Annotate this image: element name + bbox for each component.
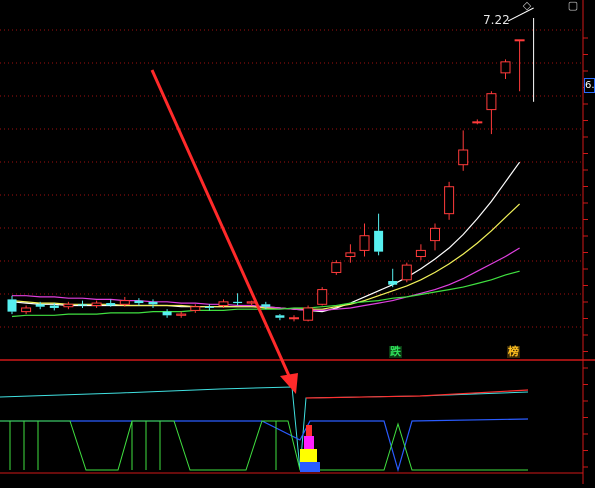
candle-body-down [78, 304, 87, 306]
candle-body-up [444, 186, 455, 215]
candle-body-down [7, 299, 17, 312]
candle-body-up [401, 264, 412, 281]
candle-body-up [415, 249, 426, 258]
candle-body-down [162, 311, 172, 316]
moving-average-line [11, 203, 521, 310]
chart-canvas[interactable] [0, 0, 595, 484]
candle-body-up [176, 313, 187, 316]
annotation-arrow-head [280, 373, 298, 394]
signal-block-red [306, 425, 312, 436]
diamond-icon[interactable]: ◇ [520, 0, 534, 12]
candle-body-up [218, 301, 229, 307]
candle-body-up [500, 61, 511, 74]
candle-body-up [430, 227, 440, 242]
candle-body-down [233, 301, 243, 304]
high-price-label: 7.22 [483, 13, 510, 27]
candle-body-up [289, 317, 299, 320]
candle-body-up [91, 302, 102, 307]
signal-block-yellow [300, 449, 317, 462]
candle-body-up [514, 39, 525, 42]
candle-body-up [119, 300, 130, 305]
indicator-blue-line [0, 418, 529, 473]
stock-chart-window: ◇ ▢ 7.22 6. 跌 榜 [0, 0, 595, 484]
candle-body-down [388, 281, 398, 285]
square-icon[interactable]: ▢ [566, 0, 580, 12]
signal-block-blue [300, 462, 320, 472]
candle-body-down [106, 303, 116, 306]
indicator-green-line [0, 420, 528, 471]
candle-body-up [63, 303, 74, 308]
candle-body-up [472, 121, 483, 124]
candle-body-up [303, 307, 314, 321]
candle-body-down [35, 304, 45, 307]
current-price-tag: 6. [584, 78, 595, 93]
candle-body-up [190, 306, 201, 311]
candle-body-up [317, 289, 328, 305]
candle-body-up [486, 93, 497, 111]
candle-body-down [134, 300, 144, 304]
signal-block-magenta [304, 436, 314, 449]
candle-body-up [359, 235, 370, 251]
candle-body-up [458, 149, 469, 166]
candle-body-up [331, 262, 342, 273]
candle-body-down [204, 306, 214, 308]
candle-body-up [345, 252, 356, 258]
annotation-arrow-shaft [150, 69, 292, 379]
moving-average-line [11, 161, 521, 313]
candle-body-up [21, 307, 32, 313]
moving-average-line [12, 247, 520, 311]
candle-body-down [374, 230, 384, 252]
signal-badge-bang: 榜 [507, 345, 520, 358]
candle-body-down [261, 304, 271, 307]
candle-body-down [148, 301, 158, 305]
signal-badge-die: 跌 [389, 345, 402, 358]
indicator-cyan-line [0, 386, 529, 471]
candle-body-down [49, 305, 59, 308]
candle-body-down [275, 315, 285, 318]
indicator-red-line [305, 389, 529, 399]
